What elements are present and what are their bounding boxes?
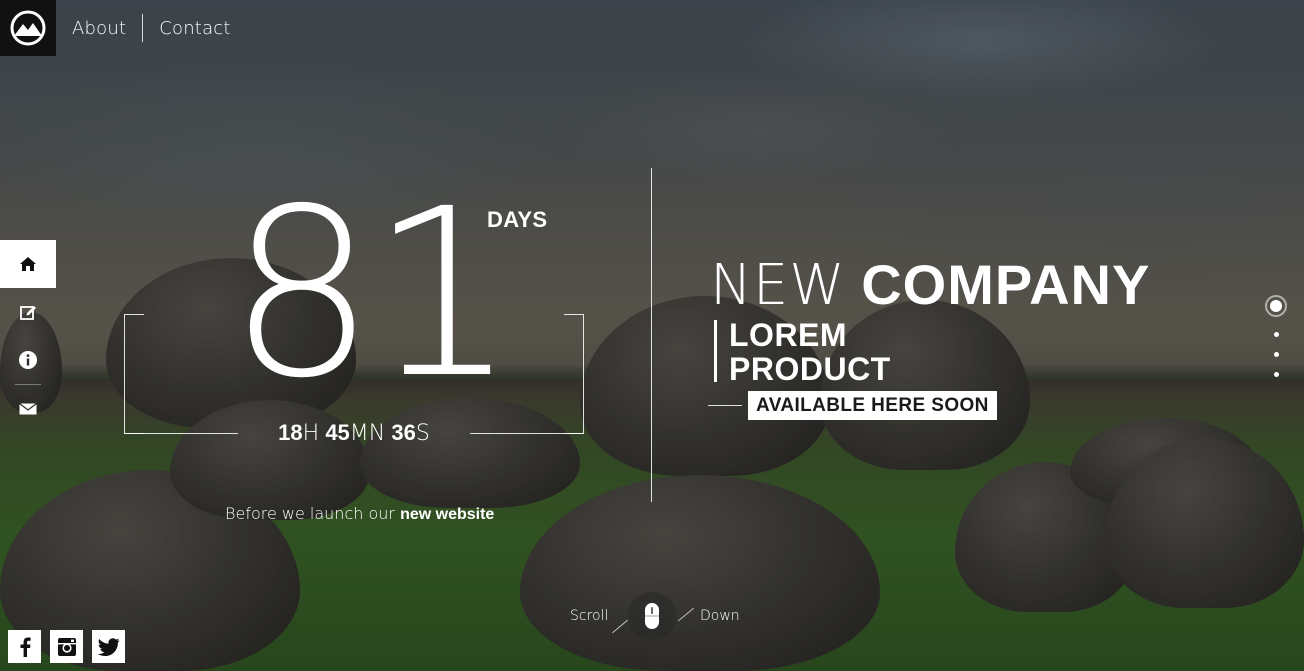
product-line-1: LOREM — [729, 317, 848, 353]
launch-caption: Before we launch our new website — [225, 504, 494, 524]
days-counter: 81 — [228, 159, 517, 429]
scroll-line-right — [678, 607, 694, 622]
section-pager — [1264, 295, 1288, 377]
pager-dot-4[interactable] — [1273, 372, 1279, 377]
product-title: LOREM PRODUCT — [729, 318, 891, 386]
dark-overlay — [0, 0, 1304, 671]
instagram-link[interactable] — [50, 630, 83, 663]
home-icon — [20, 257, 36, 271]
scroll-line-left — [612, 619, 628, 634]
info-icon — [19, 351, 37, 369]
headline-thin: NEW — [710, 253, 846, 318]
sidebar-item-info[interactable] — [0, 336, 56, 384]
time-remaining: 18H 45MN 36S — [238, 420, 470, 446]
center-divider — [651, 168, 652, 502]
scroll-mouse-button[interactable] — [628, 592, 676, 640]
mouse-icon — [645, 603, 659, 629]
bracket-right — [470, 314, 584, 434]
minutes-unit: MN — [349, 421, 386, 446]
sidebar-item-edit[interactable] — [0, 288, 56, 336]
pager-dot-1[interactable] — [1265, 295, 1287, 317]
minutes-value: 45 — [325, 420, 350, 445]
soon-rule — [708, 405, 742, 406]
launch-prefix: Before we launch our — [225, 504, 395, 523]
hours-value: 18 — [278, 420, 303, 445]
available-soon-badge: AVAILABLE HERE SOON — [748, 391, 997, 420]
headline-bold: COMPANY — [861, 253, 1151, 316]
seconds-unit: S — [415, 421, 430, 446]
edit-icon — [20, 306, 36, 320]
background-photo — [0, 0, 1304, 671]
pager-dot-2[interactable] — [1273, 332, 1279, 337]
down-label: Down — [700, 608, 740, 624]
facebook-icon — [20, 637, 31, 657]
side-nav — [0, 240, 56, 433]
twitter-link[interactable] — [92, 630, 125, 663]
scroll-label: Scroll — [570, 608, 609, 624]
top-nav: About Contact — [56, 0, 247, 56]
twitter-icon — [97, 637, 119, 656]
scroll-down-indicator[interactable]: Scroll Down — [560, 592, 760, 642]
company-headline: NEW COMPANY — [710, 254, 1150, 317]
launch-emphasis: new website — [400, 506, 495, 523]
sidebar-item-home[interactable] — [0, 240, 56, 288]
bracket-left — [124, 314, 238, 434]
product-accent-bar — [714, 320, 717, 382]
logo[interactable] — [0, 0, 56, 56]
instagram-icon — [57, 637, 76, 656]
mail-icon — [19, 403, 37, 415]
social-links — [8, 630, 125, 663]
days-label: DAYS — [487, 207, 548, 232]
facebook-link[interactable] — [8, 630, 41, 663]
hours-unit: H — [302, 421, 320, 446]
nav-about-link[interactable]: About — [56, 18, 142, 39]
product-line-2: PRODUCT — [729, 351, 891, 387]
mountain-logo-icon — [10, 10, 46, 46]
pager-dot-3[interactable] — [1273, 352, 1279, 357]
nav-contact-link[interactable]: Contact — [143, 18, 246, 39]
seconds-value: 36 — [391, 420, 416, 445]
sidebar-item-mail[interactable] — [0, 385, 56, 433]
